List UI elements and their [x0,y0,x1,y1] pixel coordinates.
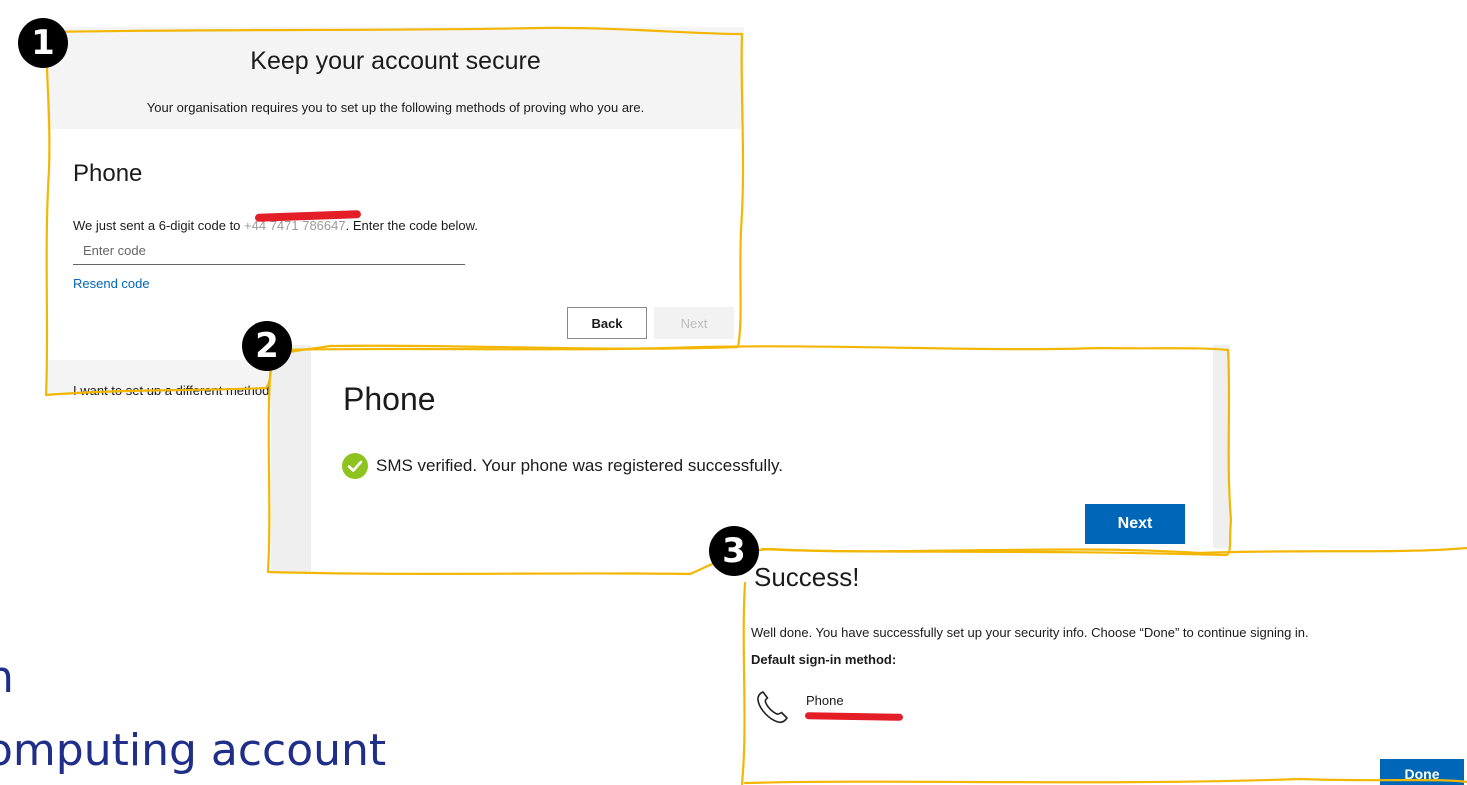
step3-panel: Success! Well done. You have successfull… [740,548,1467,785]
check-circle-icon [342,453,368,479]
step-badge-3: 3 [709,526,759,576]
step-badge-2: 2 [242,321,292,371]
background-heading-line-2: omputing account [0,725,387,776]
step1-header: Keep your account secure Your organisati… [47,27,744,129]
phone-icon [757,691,788,724]
next-button-disabled[interactable]: Next [654,307,734,339]
background-heading-line-1: n [0,652,14,703]
code-sent-suffix: . Enter the code below. [345,218,478,233]
step2-left-margin [271,345,311,573]
step2-right-margin [1213,345,1230,573]
default-method-value: Phone [806,693,844,708]
different-method-link[interactable]: I want to set up a different method [73,383,269,395]
step-badge-1: 1 [18,18,68,68]
step1-section-title: Phone [73,160,143,187]
step1-title: Keep your account secure [250,47,541,75]
code-sent-prefix: We just sent a 6-digit code to [73,218,245,233]
success-message: Well done. You have successfully set up … [751,625,1309,640]
default-method-label: Default sign-in method: [751,652,897,667]
step1-panel: Keep your account secure Your organisati… [47,27,744,395]
back-button[interactable]: Back [567,307,647,339]
step2-section-title: Phone [343,381,436,417]
next-button[interactable]: Next [1085,504,1185,544]
sms-verified-message: SMS verified. Your phone was registered … [376,456,783,475]
step1-subtitle: Your organisation requires you to set up… [146,100,645,115]
resend-code-link[interactable]: Resend code [73,276,150,291]
success-title: Success! [754,562,860,592]
code-input[interactable] [73,237,465,265]
done-button[interactable]: Done [1380,759,1464,785]
method-redaction-mark [804,712,904,721]
